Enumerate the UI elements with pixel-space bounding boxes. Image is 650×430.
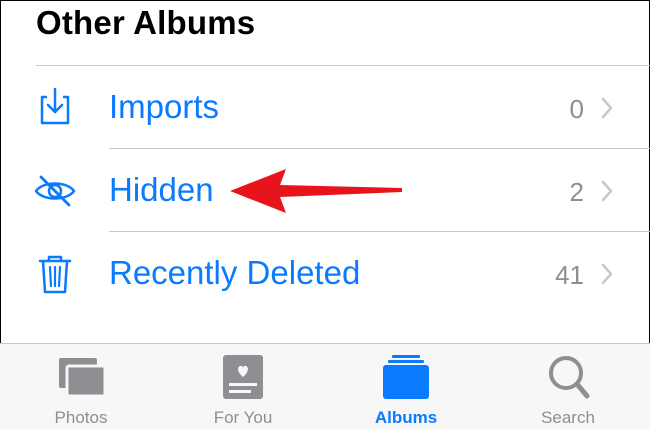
chevron-right-icon: [601, 97, 613, 119]
album-label: Imports: [109, 88, 220, 125]
tab-photos[interactable]: Photos: [21, 344, 141, 430]
album-row-imports[interactable]: Imports 0: [0, 66, 650, 148]
tab-label: Search: [541, 408, 595, 427]
tab-search[interactable]: Search: [508, 344, 628, 430]
section-title: Other Albums: [36, 4, 256, 41]
album-label: Recently Deleted: [109, 254, 361, 291]
tab-albums[interactable]: Albums: [346, 344, 466, 430]
search-icon: [549, 356, 590, 399]
album-count: 0: [569, 94, 584, 124]
chevron-right-icon: [601, 180, 613, 202]
album-label: Hidden: [109, 171, 214, 208]
trash-icon: [38, 255, 72, 294]
import-icon: [40, 87, 70, 125]
eye-slash-icon: [34, 175, 76, 207]
chevron-right-icon: [601, 263, 613, 285]
albums-icon: [383, 355, 429, 399]
tab-bar: Photos For You Albums Search: [0, 343, 650, 430]
album-count: 2: [569, 177, 584, 207]
annotation-arrow-icon: [230, 169, 402, 213]
tab-for-you[interactable]: For You: [183, 344, 303, 430]
album-row-recently-deleted[interactable]: Recently Deleted 41: [0, 232, 650, 314]
for-you-icon: [223, 355, 263, 399]
tab-label: For You: [213, 408, 273, 427]
album-count: 41: [555, 260, 584, 290]
tab-label: Photos: [54, 408, 108, 427]
tab-label: Albums: [374, 408, 438, 427]
photos-icon: [59, 358, 107, 398]
